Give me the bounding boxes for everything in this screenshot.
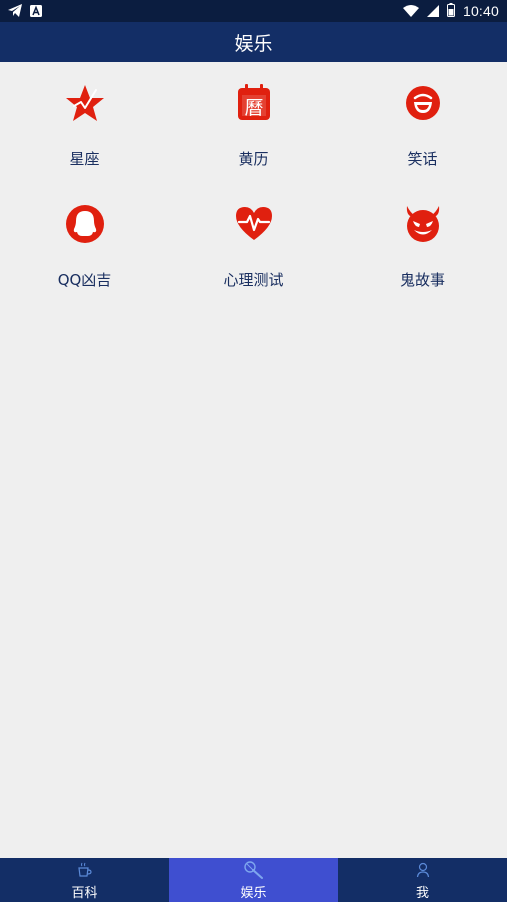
grid-item-label: 笑话 [407,150,438,168]
signal-icon [426,2,439,21]
bottom-tab-bar: 百科 娱乐 我 [0,858,507,902]
tab-label: 百科 [71,886,98,901]
grid-item-label: 星座 [69,150,100,168]
grid-item-ghost-stories[interactable]: 鬼故事 [338,183,507,304]
tab-encyclopedia[interactable]: 百科 [0,858,169,902]
heartbeat-icon [233,203,275,245]
telegram-icon [8,2,22,21]
star-icon [64,82,106,124]
entertainment-grid: 星座 曆 黄历 笑话 QQ凶吉 心理测试 鬼故事 [0,62,507,304]
svg-text:曆: 曆 [244,97,263,119]
grid-item-constellation[interactable]: 星座 [0,62,169,183]
microphone-icon [242,861,266,879]
battery-icon [446,2,455,21]
devil-icon [402,203,444,245]
wifi-icon [402,2,419,21]
grid-item-almanac[interactable]: 曆 黄历 [169,62,338,183]
status-right: 10:40 [402,2,499,21]
grid-item-psych-test[interactable]: 心理测试 [169,183,338,304]
tab-label: 娱乐 [240,886,267,901]
page-title: 娱乐 [234,32,273,55]
status-left [8,2,42,21]
grid-item-qq-fortune[interactable]: QQ凶吉 [0,183,169,304]
tab-me[interactable]: 我 [338,858,507,902]
grid-item-label: 心理测试 [223,271,284,289]
grid-item-label: 鬼故事 [399,271,445,289]
cup-icon [77,861,93,879]
grid-item-jokes[interactable]: 笑话 [338,62,507,183]
smile-icon [402,82,444,124]
tab-label: 我 [415,886,429,901]
a-square-icon [30,2,42,21]
tab-entertainment[interactable]: 娱乐 [169,858,338,902]
title-bar: 娱乐 [0,22,507,62]
qq-penguin-icon [64,203,106,245]
grid-item-label: 黄历 [238,150,269,168]
person-icon [416,861,430,879]
calendar-icon: 曆 [233,82,275,124]
status-time: 10:40 [462,3,499,19]
status-bar: 10:40 [0,0,507,22]
grid-item-label: QQ凶吉 [57,271,112,289]
